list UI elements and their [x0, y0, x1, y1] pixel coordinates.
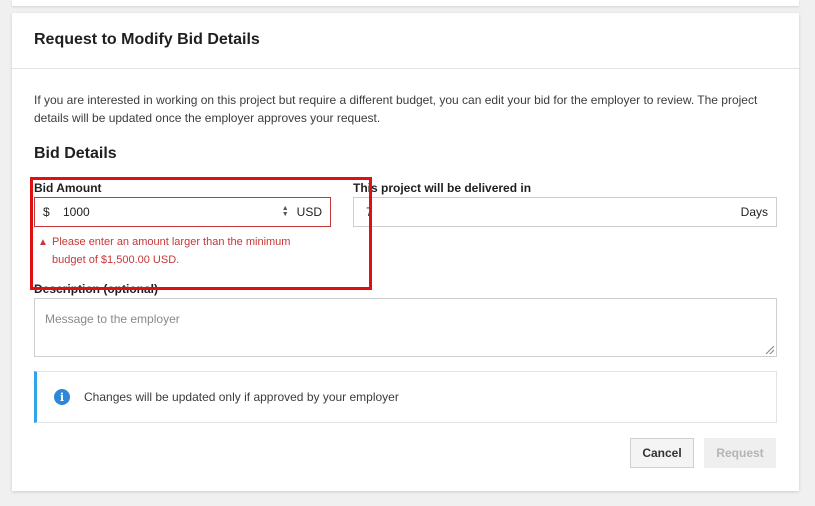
bid-amount-label: Bid Amount [34, 181, 102, 195]
error-message: Please enter an amount larger than the m… [52, 236, 291, 266]
description-placeholder: Message to the employer [45, 312, 180, 326]
request-button[interactable]: Request [704, 438, 776, 468]
info-notice: i Changes will be updated only if approv… [34, 371, 777, 423]
description-textarea[interactable]: Message to the employer [34, 298, 777, 357]
modal-title: Request to Modify Bid Details [34, 31, 260, 48]
info-text: Changes will be updated only if approved… [84, 390, 399, 404]
delivery-label: This project will be delivered in [353, 181, 532, 195]
resize-handle-icon[interactable] [766, 346, 774, 354]
number-stepper-icon[interactable]: ▲ ▼ [282, 205, 289, 218]
bid-amount-error: ▲ Please enter an amount larger than the… [38, 233, 328, 269]
background-card-edge [12, 0, 799, 6]
intro-text: If you are interested in working on this… [34, 93, 758, 125]
modify-bid-modal: Request to Modify Bid Details If you are… [12, 13, 799, 491]
warning-icon: ▲ [38, 237, 48, 248]
bid-amount-value[interactable]: 1000 [63, 205, 282, 219]
currency-label: USD [296, 205, 322, 219]
description-label: Description (optional) [34, 282, 158, 296]
dollar-sign: $ [43, 205, 50, 219]
info-icon: i [54, 389, 70, 405]
delivery-days-value[interactable]: 7 [362, 205, 741, 219]
modal-header: Request to Modify Bid Details [12, 13, 799, 69]
cancel-button[interactable]: Cancel [630, 438, 694, 468]
bid-amount-input[interactable]: $ 1000 ▲ ▼ USD [34, 197, 331, 227]
delivery-days-input[interactable]: 7 Days [353, 197, 777, 227]
bid-details-heading: Bid Details [34, 145, 117, 162]
days-unit-label: Days [740, 205, 768, 219]
